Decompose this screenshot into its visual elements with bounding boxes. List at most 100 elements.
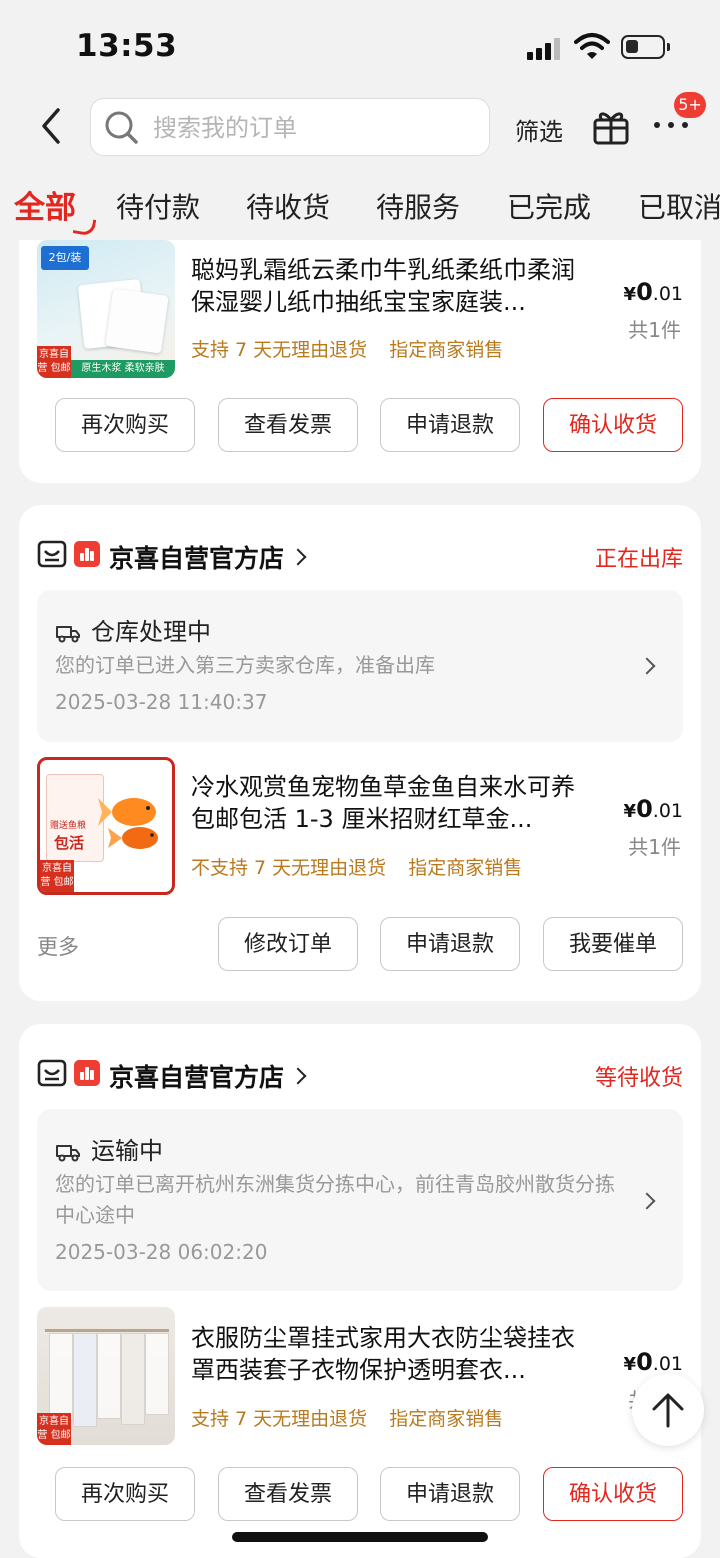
garment-cover-graphic: [73, 1333, 97, 1427]
filter-button[interactable]: 筛选: [515, 112, 563, 147]
more-actions-link[interactable]: 更多: [37, 931, 79, 961]
back-arrow-icon[interactable]: [36, 106, 66, 146]
clothes-rail-graphic: [45, 1329, 169, 1332]
product-title[interactable]: 冷水观赏鱼宠物鱼草金鱼自来水可养包邮包活 1-3 厘米招财红草金...: [191, 771, 591, 835]
product-price: ¥0.01: [623, 278, 683, 306]
urge-order-button[interactable]: 我要催单: [543, 917, 683, 971]
chevron-right-icon: [289, 1067, 307, 1085]
tracking-title: 仓库处理中: [55, 612, 211, 647]
product-image[interactable]: 2包/装 原生木浆 柔软亲肤 京喜自营 包邮: [37, 240, 175, 378]
order-tabs: 全部 待付款 待收货 待服务 已完成 已取消: [0, 180, 720, 236]
order-status: 正在出库: [594, 547, 683, 572]
tab-cancelled[interactable]: 已取消: [638, 186, 720, 226]
tracking-title: 运输中: [55, 1131, 163, 1166]
item-count: 共1件: [628, 318, 681, 342]
product-price: ¥0.01: [623, 1348, 683, 1376]
more-menu-icon[interactable]: [652, 116, 692, 136]
jingxi-logo-icon: [74, 1060, 100, 1086]
store-icon: [37, 1059, 67, 1087]
product-title[interactable]: 聪妈乳霜纸云柔巾牛乳纸柔纸巾柔润保湿婴儿纸巾抽纸宝宝家庭装...: [191, 254, 591, 318]
tissue-box-graphic: [105, 288, 169, 354]
modify-order-button[interactable]: 修改订单: [218, 917, 358, 971]
item-count: 共1件: [628, 835, 681, 859]
garment-cover-graphic: [121, 1333, 145, 1425]
seller-tag: 指定商家销售: [408, 857, 523, 879]
return-policy-tag: 支持 7 天无理由退货: [191, 339, 368, 361]
image-caption: 原生木浆 柔软亲肤: [71, 360, 175, 378]
buy-again-button[interactable]: 再次购买: [55, 398, 195, 452]
return-policy-tag: 不支持 7 天无理由退货: [191, 857, 387, 879]
jingxi-shipping-tag: 京喜自营 包邮: [37, 1413, 71, 1445]
truck-icon: [56, 1145, 80, 1162]
tracking-panel[interactable]: 运输中 您的订单已离开杭州东洲集货分拣中心，前往青岛胶州散货分拣中心途中 202…: [37, 1109, 683, 1291]
jingxi-shipping-tag: 京喜自营 包邮: [37, 346, 71, 378]
wifi-icon: [574, 33, 610, 59]
chevron-right-icon: [638, 657, 656, 675]
active-tab-indicator: [72, 216, 97, 236]
order-status: 等待收货: [594, 1066, 683, 1091]
chevron-right-icon: [638, 1192, 656, 1210]
product-tags: 不支持 7 天无理由退货 指定商家销售: [191, 853, 538, 880]
request-refund-button[interactable]: 申请退款: [380, 1467, 520, 1521]
tab-pending-payment[interactable]: 待付款: [116, 186, 200, 226]
arrow-up-icon: [652, 1393, 684, 1428]
shop-header[interactable]: 京喜自营官方店 正在出库: [37, 539, 683, 573]
buy-again-button[interactable]: 再次购买: [55, 1467, 195, 1521]
cellular-signal-icon: [527, 36, 563, 60]
view-invoice-button[interactable]: 查看发票: [218, 398, 358, 452]
search-icon: [105, 111, 138, 144]
jingxi-shipping-tag: 京喜自营 包邮: [40, 860, 74, 892]
chevron-right-icon: [289, 548, 307, 566]
tracking-description: 您的订单已离开杭州东洲集货分拣中心，前往青岛胶州散货分拣中心途中: [55, 1172, 615, 1227]
order-card: 京喜自营官方店 等待收货 运输中 您的订单已离开杭州东洲集货分拣中心，前往青岛胶…: [19, 1024, 701, 1558]
product-tags: 支持 7 天无理由退货 指定商家销售: [191, 1404, 519, 1431]
product-image[interactable]: 京喜自营 包邮: [37, 1307, 175, 1445]
tab-pending-service[interactable]: 待服务: [376, 186, 460, 226]
return-policy-tag: 支持 7 天无理由退货: [191, 1408, 368, 1430]
battery-icon: [621, 35, 670, 59]
tab-all[interactable]: 全部: [14, 182, 76, 227]
request-refund-button[interactable]: 申请退款: [380, 398, 520, 452]
top-bar: 13:53 筛选: [0, 0, 720, 240]
notification-badge: 5+: [674, 92, 706, 118]
tracking-time: 2025-03-28 11:40:37: [55, 690, 268, 714]
tracking-description: 您的订单已进入第三方卖家仓库，准备出库: [55, 653, 435, 677]
confirm-receipt-button[interactable]: 确认收货: [543, 398, 683, 452]
back-to-top-button[interactable]: [632, 1374, 704, 1446]
request-refund-button[interactable]: 申请退款: [380, 917, 520, 971]
pack-badge: 2包/装: [41, 246, 89, 270]
search-header: 筛选 5+: [0, 92, 720, 164]
store-icon: [37, 540, 67, 568]
status-time: 13:53: [76, 28, 178, 64]
promo-text: 赠送鱼粮: [50, 821, 87, 831]
seller-tag: 指定商家销售: [389, 1408, 504, 1430]
tab-pending-receipt[interactable]: 待收货: [246, 186, 330, 226]
goldfish-graphic: [98, 798, 158, 849]
shop-header[interactable]: 京喜自营官方店 等待收货: [37, 1058, 683, 1092]
garment-cover-graphic: [97, 1333, 121, 1419]
product-title[interactable]: 衣服防尘罩挂式家用大衣防尘袋挂衣罩西装套子衣物保护透明套衣...: [191, 1322, 591, 1386]
tracking-time: 2025-03-28 06:02:20: [55, 1240, 268, 1264]
shop-name[interactable]: 京喜自营官方店: [109, 539, 307, 575]
seller-tag: 指定商家销售: [389, 339, 504, 361]
order-card: 2包/装 原生木浆 柔软亲肤 京喜自营 包邮 聪妈乳霜纸云柔巾牛乳纸柔纸巾柔润保…: [19, 200, 701, 483]
view-invoice-button[interactable]: 查看发票: [218, 1467, 358, 1521]
gift-icon[interactable]: [592, 106, 630, 146]
search-input[interactable]: [151, 107, 475, 149]
shop-name[interactable]: 京喜自营官方店: [109, 1058, 307, 1094]
jingxi-logo-icon: [74, 541, 100, 567]
confirm-receipt-button[interactable]: 确认收货: [543, 1467, 683, 1521]
tab-completed[interactable]: 已完成: [507, 186, 591, 226]
product-image[interactable]: 赠送鱼粮 包活 京喜自营 包邮: [37, 757, 175, 895]
product-price: ¥0.01: [623, 795, 683, 823]
order-card: 京喜自营官方店 正在出库 仓库处理中 您的订单已进入第三方卖家仓库，准备出库 2…: [19, 505, 701, 1001]
product-tags: 支持 7 天无理由退货 指定商家销售: [191, 335, 519, 362]
tracking-panel[interactable]: 仓库处理中 您的订单已进入第三方卖家仓库，准备出库 2025-03-28 11:…: [37, 590, 683, 742]
garment-cover-graphic: [49, 1333, 73, 1421]
garment-cover-graphic: [145, 1333, 169, 1415]
search-box[interactable]: [90, 98, 490, 156]
status-bar: 13:53: [0, 0, 720, 92]
home-indicator[interactable]: [232, 1532, 488, 1542]
truck-icon: [56, 626, 80, 643]
promo-text: 包活: [54, 834, 85, 852]
